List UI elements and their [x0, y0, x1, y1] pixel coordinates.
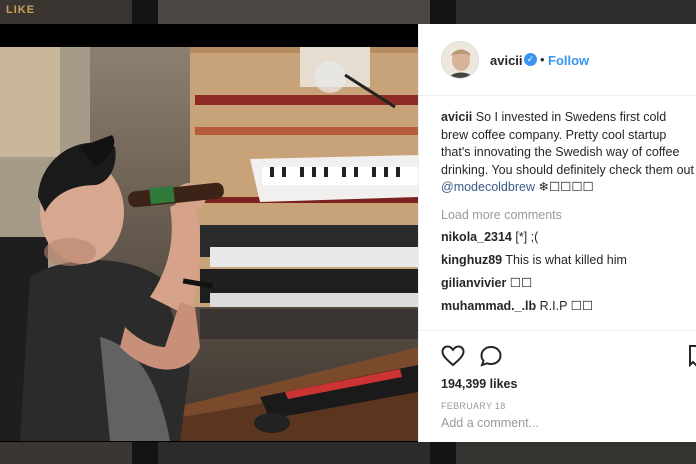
comment-item: gilianvivier ☐☐ [441, 276, 695, 291]
comment-username[interactable]: kinghuz89 [441, 253, 502, 267]
background-thumbnail [158, 0, 430, 24]
add-comment-input[interactable] [441, 416, 691, 430]
post-modal: avicii ✓ • Follow avicii So I invested i… [0, 24, 696, 442]
post-actions: 194,399 likes FEBRUARY 18 [419, 330, 696, 442]
background-thumbnail-label: LIKE [6, 4, 36, 16]
post-date: FEBRUARY 18 [441, 401, 506, 411]
heart-icon[interactable] [441, 345, 465, 372]
background-thumbnail [456, 0, 696, 24]
caption-username[interactable]: avicii [441, 110, 472, 124]
post-photo[interactable] [0, 47, 418, 441]
post-photo-illustration [0, 47, 418, 441]
caption-text: So I invested in Swedens first cold brew… [441, 110, 694, 177]
comment-text: [*] ;( [515, 229, 539, 244]
post-header: avicii ✓ • Follow [419, 24, 696, 96]
background-thumbnail [0, 442, 132, 464]
load-more-comments-button[interactable]: Load more comments [441, 208, 695, 222]
caption-emoji: ❄☐☐☐☐ [538, 180, 594, 194]
verified-badge-icon: ✓ [524, 53, 537, 66]
background-thumbnail [456, 442, 696, 464]
comment-username[interactable]: muhammad._.lb [441, 299, 536, 313]
header-separator: • [540, 52, 545, 67]
post-caption: avicii So I invested in Swedens first co… [441, 109, 695, 197]
post-sidebar: avicii ✓ • Follow avicii So I invested i… [418, 24, 696, 442]
comment-item: muhammad._.lb R.I.P ☐☐ [441, 299, 695, 314]
comment-item: kinghuz89 This is what killed him [441, 253, 695, 268]
comment-username[interactable]: gilianvivier [441, 276, 506, 290]
comment-text: R.I.P ☐☐ [539, 298, 594, 313]
comment-item: nikola_2314 [*] ;( [441, 230, 695, 245]
comment-text: This is what killed him [505, 252, 627, 267]
avatar[interactable] [441, 41, 479, 79]
likes-count[interactable]: 194,399 likes [441, 377, 517, 391]
caption-mention-link[interactable]: @modecoldbrew [441, 180, 535, 194]
follow-button[interactable]: Follow [548, 53, 589, 68]
comment-bubble-icon[interactable] [479, 345, 503, 372]
avatar-image [442, 42, 478, 78]
background-thumbnail: LIKE [0, 0, 132, 24]
background-thumbnail [158, 442, 430, 464]
comment-username[interactable]: nikola_2314 [441, 230, 512, 244]
comment-text: ☐☐ [509, 275, 533, 290]
comments-list: avicii So I invested in Swedens first co… [441, 109, 695, 314]
post-username[interactable]: avicii [490, 53, 523, 68]
bookmark-icon[interactable] [689, 345, 696, 372]
